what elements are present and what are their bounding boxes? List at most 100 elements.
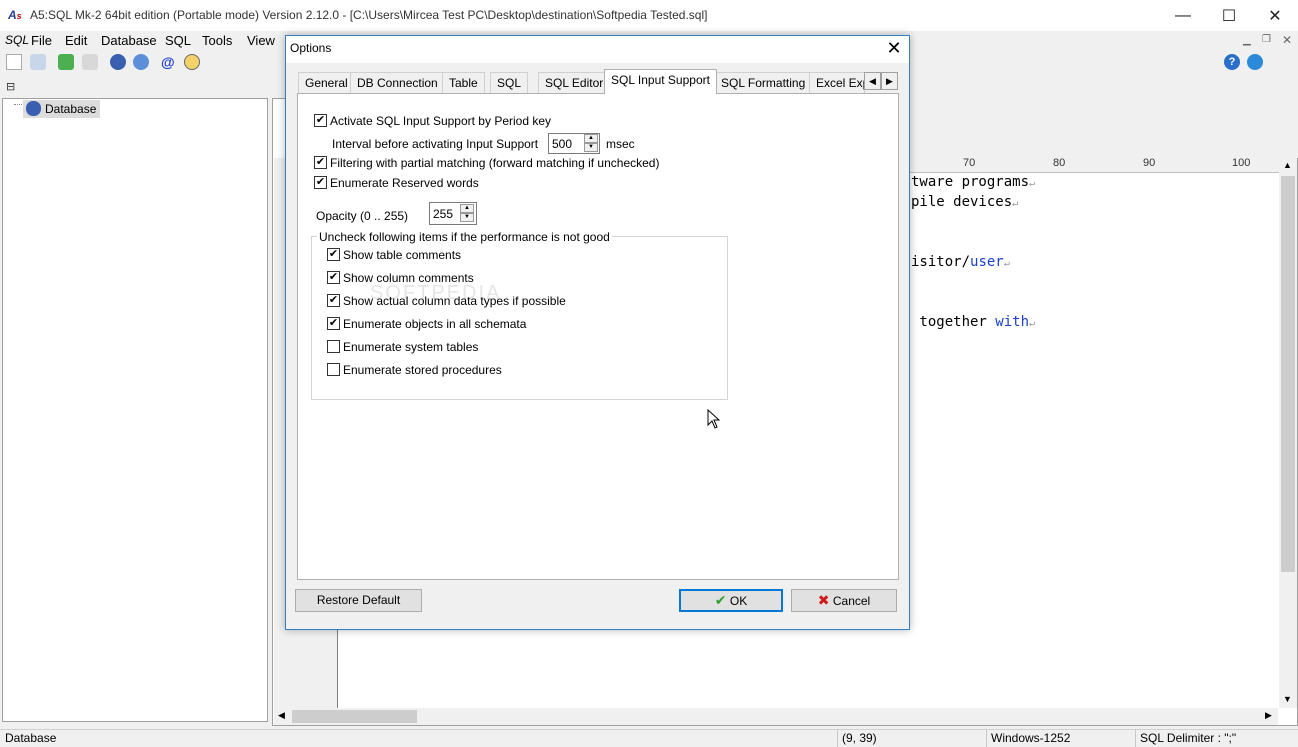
show-column-types-label: Show actual column data types if possibl… <box>343 294 566 308</box>
at-sign-icon[interactable]: @ <box>161 54 177 70</box>
tab-sql-formatting[interactable]: SQL Formatting <box>714 72 813 94</box>
scroll-up-icon[interactable]: ▲ <box>1283 160 1292 170</box>
database-connect-icon[interactable] <box>110 54 126 70</box>
menu-view[interactable]: View <box>247 33 275 48</box>
status-separator <box>1135 729 1136 747</box>
tab-sql-editor[interactable]: SQL Editor <box>538 72 611 94</box>
interval-unit: msec <box>606 137 635 151</box>
interval-label: Interval before activating Input Support <box>332 137 539 151</box>
clock-icon[interactable] <box>184 54 200 70</box>
cancel-x-icon: ✖ <box>817 592 830 608</box>
vertical-scroll-thumb[interactable] <box>1281 176 1295 572</box>
tab-general[interactable]: General <box>298 72 355 94</box>
tab-sql-input-support[interactable]: SQL Input Support <box>604 69 717 94</box>
maximize-button[interactable]: ☐ <box>1206 0 1252 31</box>
spin-up-icon[interactable]: ▲ <box>460 204 474 213</box>
status-database: Database <box>5 731 57 745</box>
ok-label: OK <box>729 594 748 608</box>
scroll-right-icon[interactable]: ▶ <box>1265 710 1272 721</box>
tab-scroll-right-icon[interactable]: ▶ <box>881 72 898 90</box>
tab-scroll-left-icon[interactable]: ◀ <box>864 72 881 90</box>
opacity-label: Opacity (0 .. 255) <box>316 209 409 223</box>
help-icon[interactable]: ? <box>1224 54 1240 70</box>
status-sql-delimiter: SQL Delimiter : ";" <box>1140 731 1237 745</box>
reserved-words-checkbox[interactable]: ✔ <box>314 176 327 189</box>
reserved-words-label: Enumerate Reserved words <box>330 176 479 190</box>
tab-table[interactable]: Table <box>442 72 485 94</box>
minimize-button[interactable]: — <box>1160 0 1206 31</box>
menu-database[interactable]: Database <box>101 33 157 48</box>
show-column-comments-label: Show column comments <box>343 271 474 285</box>
scroll-down-icon[interactable]: ▼ <box>1283 694 1292 704</box>
check-icon: ✔ <box>714 592 727 608</box>
status-encoding: Windows-1252 <box>991 731 1071 745</box>
menu-edit[interactable]: Edit <box>65 33 87 48</box>
show-column-types-checkbox[interactable]: ✔ <box>327 294 340 307</box>
new-file-icon[interactable] <box>6 54 22 70</box>
spin-down-icon[interactable]: ▼ <box>584 143 598 152</box>
copy-icon[interactable] <box>82 54 98 70</box>
ruler-label: 100 <box>1232 157 1251 169</box>
all-schemata-label: Enumerate objects in all schemata <box>343 317 527 331</box>
tree-toggle-icon[interactable]: ⊟ <box>6 80 15 93</box>
stored-procedures-label: Enumerate stored procedures <box>343 363 502 377</box>
tab-excel-export[interactable]: Excel Exp <box>809 72 865 94</box>
tab-sql[interactable]: SQL <box>490 72 529 94</box>
all-schemata-checkbox[interactable]: ✔ <box>327 317 340 330</box>
activate-period-label: Activate SQL Input Support by Period key <box>330 114 552 128</box>
menu-file[interactable]: File <box>31 33 52 48</box>
database-tree-panel[interactable] <box>2 98 268 722</box>
dialog-title: Options <box>290 41 332 55</box>
cancel-button[interactable]: ✖ Cancel <box>791 589 897 612</box>
mouse-cursor-icon <box>707 409 721 429</box>
interval-value: 500 <box>552 137 573 151</box>
status-separator <box>837 729 838 747</box>
partial-matching-label: Filtering with partial matching (forward… <box>330 156 660 170</box>
code-line[interactable]: together with↵ <box>911 314 1035 330</box>
database-icon <box>26 101 41 116</box>
globe-icon[interactable] <box>1247 54 1263 70</box>
mdi-minimize-icon[interactable]: ▁ <box>1243 35 1251 46</box>
stored-procedures-checkbox[interactable] <box>327 363 340 376</box>
mdi-close-icon[interactable]: ✕ <box>1282 33 1292 47</box>
window-title: A5:SQL Mk-2 64bit edition (Portable mode… <box>30 8 708 22</box>
show-table-comments-label: Show table comments <box>343 248 462 262</box>
system-tables-checkbox[interactable] <box>327 340 340 353</box>
dialog-title-bar <box>286 36 909 63</box>
ok-button[interactable]: ✔ OK <box>679 589 783 612</box>
menu-sql[interactable]: SQL <box>165 33 191 48</box>
ruler-label: 90 <box>1143 157 1156 169</box>
mdi-restore-icon[interactable]: ❐ <box>1262 34 1271 45</box>
tab-db-connection[interactable]: DB Connection <box>350 72 445 94</box>
app-logo-icon: As <box>8 8 22 22</box>
code-line[interactable]: pile devices↵ <box>911 194 1018 210</box>
menu-tools[interactable]: Tools <box>202 33 232 48</box>
scroll-left-icon[interactable]: ◀ <box>278 710 285 721</box>
gear-database-icon[interactable] <box>133 54 149 70</box>
activate-period-checkbox[interactable]: ✔ <box>314 114 327 127</box>
editor-tab-strip <box>909 98 1298 158</box>
opacity-value: 255 <box>433 207 454 221</box>
close-window-button[interactable]: ✕ <box>1252 0 1298 31</box>
spin-down-icon[interactable]: ▼ <box>460 213 474 222</box>
horizontal-scroll-thumb[interactable] <box>292 710 417 723</box>
restore-default-button[interactable]: Restore Default <box>295 589 422 612</box>
ruler-label: 70 <box>963 157 976 169</box>
table-icon[interactable] <box>58 54 74 70</box>
partial-matching-checkbox[interactable]: ✔ <box>314 156 327 169</box>
dialog-close-icon[interactable]: ✕ <box>884 38 904 58</box>
horizontal-scrollbar[interactable] <box>274 708 1278 725</box>
show-table-comments-checkbox[interactable]: ✔ <box>327 248 340 261</box>
status-cursor-position: (9, 39) <box>842 731 877 745</box>
tree-node-label: Database <box>45 102 97 116</box>
spin-up-icon[interactable]: ▲ <box>584 134 598 143</box>
code-line[interactable]: tware programs↵ <box>911 174 1035 190</box>
status-bar <box>0 729 1298 747</box>
code-line[interactable]: isitor/user↵ <box>911 254 1010 270</box>
open-file-icon[interactable] <box>30 54 46 70</box>
tree-node-database[interactable]: Database <box>23 100 101 118</box>
cancel-label: Cancel <box>832 594 871 608</box>
group-caption: Uncheck following items if the performan… <box>317 230 612 244</box>
show-column-comments-checkbox[interactable]: ✔ <box>327 271 340 284</box>
status-separator <box>986 729 987 747</box>
